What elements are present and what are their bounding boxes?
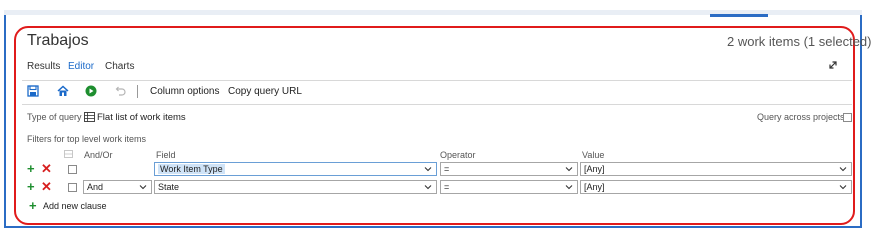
query-type-label: Type of query <box>27 112 82 122</box>
operator-select[interactable]: = <box>440 180 578 194</box>
operator-value: = <box>444 164 450 174</box>
expand-icon[interactable] <box>826 58 840 72</box>
operator-column-header: Operator <box>440 150 476 160</box>
field-column-header: Field <box>156 150 176 160</box>
toolbar-separator <box>137 85 138 98</box>
filters-label: Filters for top level work items <box>27 134 147 144</box>
and-or-column-header: And/Or <box>84 150 113 160</box>
value-select[interactable]: [Any] <box>580 180 852 194</box>
value-value: [Any] <box>584 182 605 192</box>
chevron-down-icon <box>424 185 432 190</box>
chevron-down-icon <box>139 185 147 190</box>
run-query-icon[interactable] <box>84 84 98 98</box>
clause-checkbox[interactable] <box>68 183 77 192</box>
value-select[interactable]: [Any] <box>580 162 852 176</box>
chevron-down-icon <box>424 167 432 172</box>
add-new-clause-link[interactable]: Add new clause <box>43 201 107 211</box>
highlight-outline <box>14 26 855 225</box>
tab-charts[interactable]: Charts <box>105 61 134 72</box>
query-type-select[interactable]: Flat list of work items <box>97 112 186 123</box>
tab-results[interactable]: Results <box>27 61 60 72</box>
copy-query-url-button[interactable]: Copy query URL <box>228 86 302 97</box>
value-column-header: Value <box>582 150 605 160</box>
undo-icon[interactable] <box>113 84 127 98</box>
work-item-count: 2 work items (1 selected) <box>727 34 872 49</box>
add-clause-icon[interactable]: + <box>27 180 35 193</box>
field-value: Work Item Type <box>158 164 225 174</box>
chevron-down-icon <box>565 167 573 172</box>
page-title: Trabajos <box>27 32 89 49</box>
column-options-button[interactable]: Column options <box>150 86 219 97</box>
and-or-value: And <box>87 182 104 192</box>
flat-list-icon <box>84 112 95 122</box>
save-as-icon[interactable] <box>56 84 70 98</box>
divider <box>22 80 852 81</box>
top-accent-bar <box>710 14 768 17</box>
add-clause-icon[interactable]: + <box>27 162 35 175</box>
query-across-projects-checkbox[interactable] <box>843 113 852 122</box>
remove-clause-icon[interactable]: ✕ <box>41 162 52 175</box>
add-new-clause-icon[interactable]: + <box>29 199 37 212</box>
group-clauses-icon[interactable] <box>64 150 73 158</box>
query-across-projects-label: Query across projects <box>757 112 845 122</box>
field-value: State <box>158 182 180 192</box>
field-select[interactable]: State <box>154 180 437 194</box>
divider <box>22 104 852 105</box>
and-or-select[interactable]: And <box>83 180 152 194</box>
remove-clause-icon[interactable]: ✕ <box>41 180 52 193</box>
chevron-down-icon <box>839 185 847 190</box>
tab-editor[interactable]: Editor <box>68 61 94 72</box>
chevron-down-icon <box>565 185 573 190</box>
operator-value: = <box>444 182 450 192</box>
clause-checkbox[interactable] <box>68 165 77 174</box>
operator-select[interactable]: = <box>440 162 578 176</box>
field-select[interactable]: Work Item Type <box>154 162 437 176</box>
chevron-down-icon <box>839 167 847 172</box>
value-value: [Any] <box>584 164 605 174</box>
save-icon[interactable] <box>26 84 40 98</box>
